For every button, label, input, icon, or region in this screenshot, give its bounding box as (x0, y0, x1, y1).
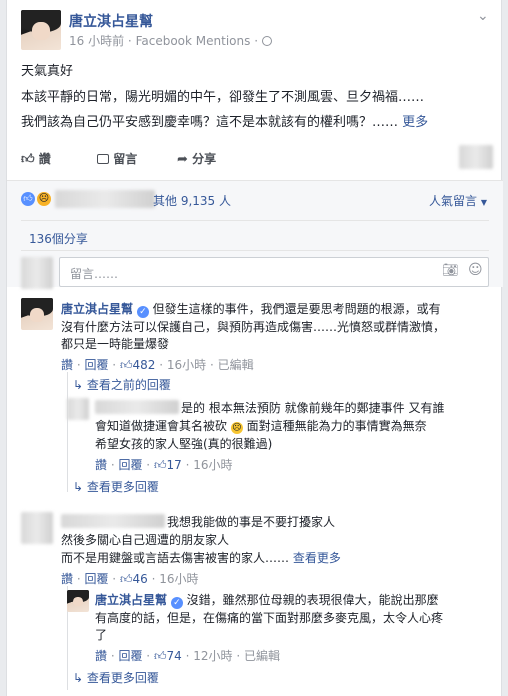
comment-author-blurred[interactable] (61, 514, 165, 528)
like-icon: 👍︎ (119, 358, 133, 372)
like-icon: 👍︎ (153, 458, 167, 472)
reply-body-line: 是的 根本無法預防 就像前幾年的鄭捷事件 又有誰 (181, 401, 445, 415)
share-arrow-icon: ➦ (177, 152, 188, 167)
post-card: 唐立淇占星幫 16 小時前 · Facebook Mentions · ⌄ 天氣… (6, 0, 503, 696)
reply-reply-link[interactable]: 回覆 (118, 458, 142, 472)
reply-like-link[interactable]: 讚 (95, 649, 107, 663)
reply-time[interactable]: 16小時 (193, 458, 232, 472)
reply-time[interactable]: 12小時 (193, 649, 232, 663)
caret-down-icon: ▼ (480, 198, 487, 207)
comment-author[interactable]: 唐立淇占星幫 (61, 302, 133, 316)
comment-reply-link[interactable]: 回覆 (84, 358, 108, 372)
verified-badge-icon: ✓ (136, 306, 149, 318)
reaction-count[interactable]: 其他 9,135 人 (153, 192, 231, 209)
viewer-avatar[interactable] (21, 257, 53, 289)
verified-badge-icon: ✓ (170, 597, 183, 609)
reply-reply-link[interactable]: 回覆 (118, 649, 142, 663)
like-reaction-icon[interactable]: 👍︎ (21, 192, 35, 206)
reply-avatar[interactable] (67, 398, 89, 420)
post-meta: 16 小時前 · Facebook Mentions · (69, 32, 272, 49)
reply-avatar[interactable] (67, 590, 89, 612)
comment-input[interactable]: 留言…… 📷︎ ☺ (59, 257, 489, 287)
reply-like-count[interactable]: 👍︎74 (154, 649, 182, 663)
thumbs-up-icon: 👍︎ (21, 152, 35, 167)
see-more-link[interactable]: 更多 (402, 115, 428, 130)
reply-edited[interactable]: 已編輯 (244, 649, 280, 663)
comment-like-count[interactable]: 👍︎46 (120, 572, 148, 586)
reply-body: 唐立淇占星幫 ✓ 沒錯，雖然那位母親的表現很偉大，能說出那麼 (95, 593, 439, 609)
comment-placeholder: 留言…… (70, 267, 119, 281)
reply-like-count[interactable]: 👍︎17 (154, 458, 182, 472)
reply-meta: 讚 · 回覆 · 👍︎74 · 12小時 · 已編輯 (95, 649, 280, 663)
reply-body-line: 希望女孩的家人堅強(真的很難過) (95, 437, 273, 451)
sad-reaction-icon[interactable]: ☹ (37, 192, 51, 206)
comment-like-link[interactable]: 讚 (61, 572, 73, 586)
reply-arrow-icon: ↳ (73, 378, 84, 392)
comment-body-line: 我想我能做的事是不要打擾家人 (167, 515, 336, 529)
reply-meta: 讚 · 回覆 · 👍︎17 · 16小時 (95, 458, 233, 472)
share-count[interactable]: 136個分享 (29, 230, 88, 247)
comment-like-count[interactable]: 👍︎482 (120, 358, 155, 372)
comment-meta: 讚 · 回覆 · 👍︎46 · 16小時 (61, 572, 199, 586)
post-line-2: 本該平靜的日常，陽光明媚的中午，卻發生了不測風雲、旦夕禍福…… (21, 90, 425, 105)
chevron-down-icon[interactable]: ⌄ (477, 8, 489, 24)
like-button[interactable]: 👍︎ 讚 (21, 150, 51, 167)
comment-edited[interactable]: 已編輯 (218, 358, 254, 372)
reply-arrow-icon: ↳ (73, 480, 84, 494)
comment-time[interactable]: 16小時 (159, 572, 198, 586)
reply-author[interactable]: 唐立淇占星幫 (95, 593, 167, 607)
camera-icon[interactable]: 📷︎ (442, 263, 459, 278)
comment-body-line: 而不是用鍵盤或言語去傷害被害的家人…… 查看更多 (61, 551, 341, 565)
comment-meta: 讚 · 回覆 · 👍︎482 · 16小時 · 已編輯 (61, 358, 254, 372)
share-as-avatar[interactable] (459, 145, 493, 169)
reply-like-link[interactable]: 讚 (95, 458, 107, 472)
share-button[interactable]: ➦ 分享 (177, 150, 216, 167)
post-line-1: 天氣真好 (21, 64, 74, 79)
speech-bubble-icon (97, 154, 109, 164)
like-icon: 👍︎ (119, 572, 133, 586)
view-previous-replies[interactable]: ↳ 查看之前的回覆 (73, 376, 171, 393)
globe-icon (261, 36, 272, 46)
post-time[interactable]: 16 小時前 (69, 34, 124, 48)
comment-reply-link[interactable]: 回覆 (84, 572, 108, 586)
reactor-names-blurred[interactable] (55, 190, 155, 208)
reply-body-line: 會知道做捷運會其名被砍 ☹ 面對這種無能為力的事情實為無奈 (95, 419, 427, 434)
comment-avatar[interactable] (21, 512, 53, 544)
view-more-replies[interactable]: ↳ 查看更多回覆 (73, 669, 159, 686)
comment-like-link[interactable]: 讚 (61, 358, 73, 372)
post-line-3: 我們該為自己仍平安感到慶幸嗎？這不是本就該有的權利嗎？…… 更多 (21, 115, 429, 130)
see-more-link[interactable]: 查看更多 (293, 551, 341, 565)
comment-body-line: 都只是一時能量爆發 (61, 337, 170, 351)
reply-author-blurred[interactable] (95, 400, 179, 414)
comment-button[interactable]: 留言 (97, 150, 137, 167)
page-avatar[interactable] (21, 10, 61, 50)
post-source[interactable]: Facebook Mentions (136, 34, 251, 48)
reply-body-line: 有高度的話，但是，在傷痛的當下面對那麼多麥克風，太令人心疼 (95, 611, 444, 625)
post-author[interactable]: 唐立淇占星幫 (69, 11, 153, 31)
comment-body-line: 然後多關心自己週遭的朋友家人 (61, 533, 230, 547)
reply-thread-line (67, 372, 68, 492)
comment-avatar[interactable] (21, 298, 53, 330)
reply-body-line: 了 (95, 628, 108, 642)
reply-arrow-icon: ↳ (73, 671, 84, 685)
comment-sort-dropdown[interactable]: 人氣留言 ▼ (429, 192, 487, 209)
comment-body: 唐立淇占星幫 ✓ 但發生這樣的事件，我們還是要思考問題的根源，或有 (61, 302, 441, 318)
like-icon: 👍︎ (153, 649, 167, 663)
sad-emoji-icon: ☹ (230, 422, 243, 434)
view-more-replies[interactable]: ↳ 查看更多回覆 (73, 478, 159, 495)
comment-body-line: 沒有什麼方法可以保護自己，與預防再造成傷害……光憤怒或群情激憤， (61, 320, 446, 334)
comment-time[interactable]: 16小時 (167, 358, 206, 372)
emoji-icon[interactable]: ☺ (468, 262, 483, 278)
